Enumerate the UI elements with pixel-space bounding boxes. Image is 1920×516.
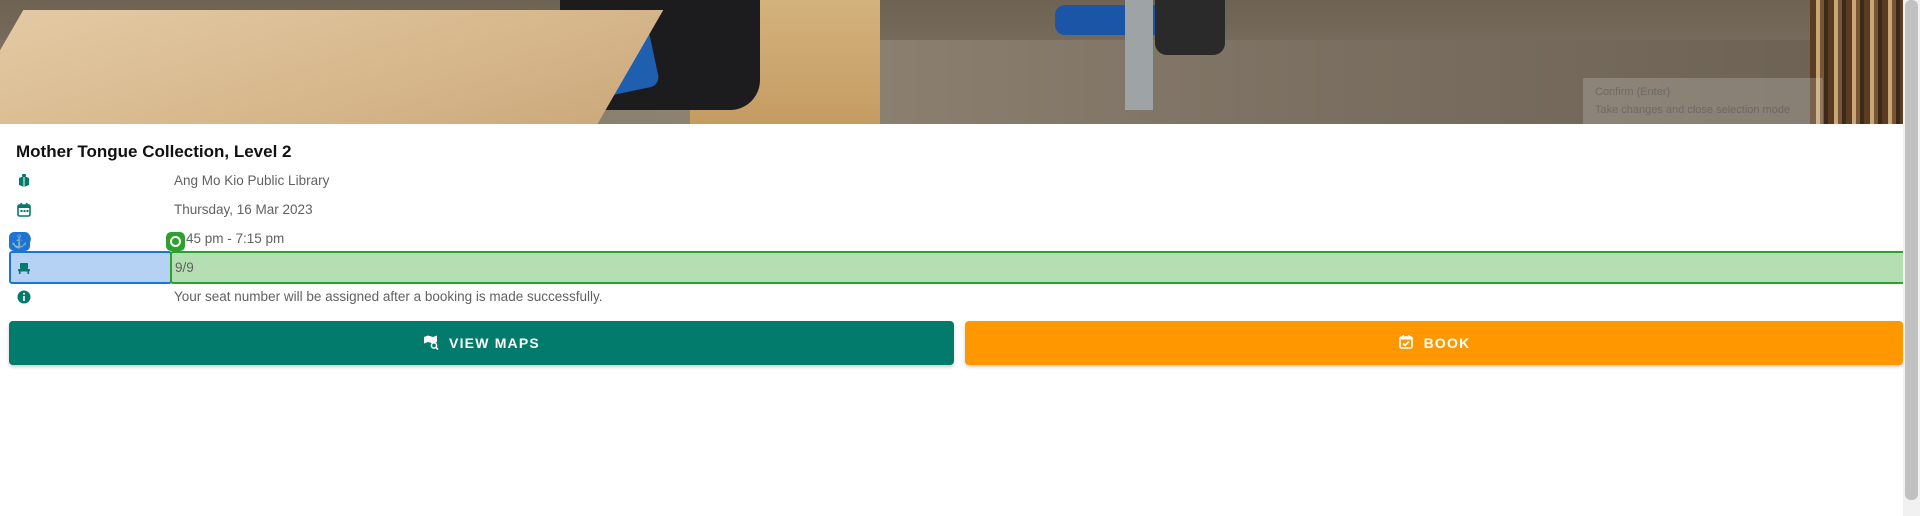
map-search-icon — [423, 334, 439, 353]
detail-row-library: Ang Mo Kio Public Library — [0, 168, 1903, 194]
hero-bin — [1155, 0, 1225, 55]
detail-row-seats: 9/9 — [0, 255, 1903, 281]
detail-row-date: Thursday, 16 Mar 2023 — [0, 197, 1903, 223]
info-icon — [16, 289, 32, 305]
page-title: Mother Tongue Collection, Level 2 — [16, 142, 292, 161]
scrollbar-thumb[interactable] — [1905, 0, 1918, 500]
tooltip-title: Confirm (Enter) — [1595, 86, 1671, 98]
target-icon[interactable] — [166, 232, 185, 251]
hero-pole — [1125, 0, 1153, 110]
seat-icon — [16, 260, 32, 276]
booking-time: 45 pm - 7:15 pm — [186, 231, 285, 246]
seat-availability: 9/9 — [175, 260, 194, 275]
book-icon — [16, 173, 32, 189]
hero-image: Confirm (Enter) Take changes and close s… — [0, 0, 1903, 124]
view-maps-label: VIEW MAPS — [449, 335, 540, 351]
hero-table — [0, 10, 664, 124]
library-name: Ang Mo Kio Public Library — [174, 173, 330, 188]
confirm-tooltip: Confirm (Enter) Take changes and close s… — [1583, 78, 1823, 124]
anchor-icon[interactable]: ⚓ — [9, 232, 30, 251]
calendar-icon — [16, 202, 32, 218]
hero-bookshelf — [1810, 0, 1903, 124]
calendar-check-icon — [1398, 334, 1414, 353]
book-button[interactable]: BOOK — [965, 321, 1903, 365]
booking-date: Thursday, 16 Mar 2023 — [174, 202, 313, 217]
vertical-scrollbar[interactable] — [1903, 0, 1920, 516]
detail-row-time: 45 pm - 7:15 pm — [0, 226, 1903, 252]
seat-info-text: Your seat number will be assigned after … — [174, 289, 603, 304]
view-maps-button[interactable]: VIEW MAPS — [9, 321, 954, 365]
tooltip-description: Take changes and close selection mode — [1595, 104, 1791, 116]
book-label: BOOK — [1423, 335, 1471, 351]
detail-row-info: Your seat number will be assigned after … — [0, 284, 1903, 310]
